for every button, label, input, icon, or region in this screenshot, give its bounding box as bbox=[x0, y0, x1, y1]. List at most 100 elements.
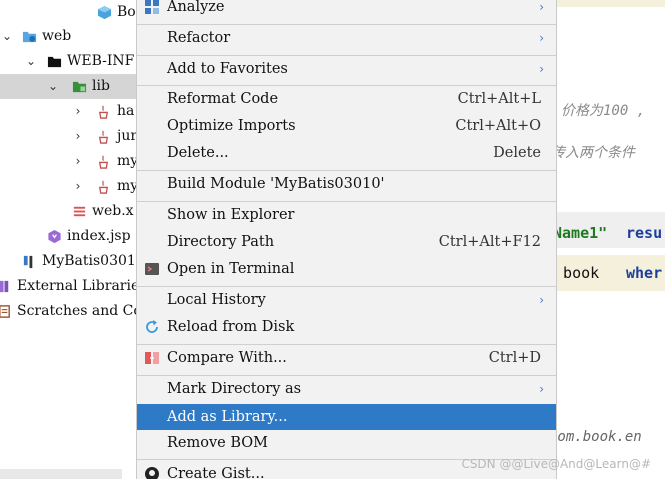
menu-item-label: Create Gist... bbox=[167, 466, 265, 479]
tree-item-bo[interactable]: Bo bbox=[0, 0, 137, 25]
menu-item-add-to-favorites[interactable]: Add to Favorites › bbox=[137, 56, 556, 82]
menu-item-label: Add to Favorites bbox=[167, 61, 288, 77]
menu-item-reload-from-disk[interactable]: Reload from Disk bbox=[137, 314, 556, 340]
chevron-down-icon[interactable]: ⌄ bbox=[24, 49, 38, 74]
tree-item-label: Scratches and Co bbox=[17, 303, 137, 319]
project-tree: Bo ⌄ web ⌄ WEB-INF ⌄ lib › ha › jur › my… bbox=[0, 0, 137, 479]
chevron-right-icon[interactable]: › bbox=[71, 174, 85, 199]
submenu-arrow-icon: › bbox=[539, 293, 544, 307]
iml-file-icon bbox=[23, 255, 33, 269]
reload-icon bbox=[146, 320, 158, 333]
menu-item-label: Optimize Imports bbox=[167, 118, 296, 134]
menu-item-label: Directory Path bbox=[167, 234, 275, 250]
tree-item-web[interactable]: ⌄ web bbox=[0, 24, 137, 49]
tree-item-jar[interactable]: › my bbox=[0, 174, 137, 199]
jar-icon bbox=[98, 180, 109, 194]
tree-item-label: jur bbox=[117, 128, 137, 144]
menu-item-shortcut: Ctrl+D bbox=[488, 350, 541, 366]
menu-item-local-history[interactable]: Local History › bbox=[137, 287, 556, 313]
watermark: CSDN @@Live@And@Learn@# bbox=[461, 457, 651, 471]
code-editor[interactable]: 价格为100 , 传入两个条件 Name1" resu m book wher … bbox=[555, 0, 665, 479]
tree-item-jar[interactable]: › jur bbox=[0, 124, 137, 149]
menu-item-show-in-explorer[interactable]: Show in Explorer bbox=[137, 202, 556, 228]
menu-item-compare-with[interactable]: Compare With... Ctrl+D bbox=[137, 345, 556, 371]
submenu-arrow-icon: › bbox=[539, 0, 544, 14]
chevron-right-icon[interactable]: › bbox=[71, 149, 85, 174]
folder-icon bbox=[47, 56, 62, 68]
menu-item-build-module[interactable]: Build Module 'MyBatis03010' bbox=[137, 171, 556, 197]
tree-item-lib[interactable]: ⌄ lib bbox=[0, 74, 137, 99]
tree-item-scratches[interactable]: Scratches and Co bbox=[0, 299, 137, 324]
chevron-down-icon[interactable]: ⌄ bbox=[46, 74, 60, 99]
chevron-right-icon[interactable]: › bbox=[71, 99, 85, 124]
tree-item-label: ha bbox=[117, 103, 135, 119]
tree-item-web-inf[interactable]: ⌄ WEB-INF bbox=[0, 49, 137, 74]
tree-item-label: Bo bbox=[117, 4, 136, 20]
tree-item-label: my bbox=[117, 153, 137, 169]
editor-highlight-band bbox=[555, 0, 665, 7]
editor-code-text: com.book.en bbox=[555, 429, 642, 445]
menu-item-shortcut: Ctrl+Alt+F12 bbox=[438, 234, 541, 250]
menu-item-label: Open in Terminal bbox=[167, 261, 295, 277]
chevron-down-icon[interactable]: ⌄ bbox=[0, 24, 14, 49]
tree-item-jar[interactable]: › ha bbox=[0, 99, 137, 124]
menu-item-label: Reformat Code bbox=[167, 91, 279, 107]
tree-item-label: my bbox=[117, 178, 137, 194]
menu-item-remove-bom[interactable]: Remove BOM bbox=[137, 430, 556, 456]
web-folder-icon bbox=[22, 31, 37, 43]
analyze-icon bbox=[145, 0, 159, 14]
menu-item-optimize-imports[interactable]: Optimize Imports Ctrl+Alt+O bbox=[137, 113, 556, 139]
menu-item-delete[interactable]: Delete... Delete bbox=[137, 140, 556, 166]
tree-item-index-jsp[interactable]: index.jsp bbox=[0, 224, 137, 249]
editor-code-keyword: wher bbox=[626, 264, 663, 282]
menu-item-reformat-code[interactable]: Reformat Code Ctrl+Alt+L bbox=[137, 86, 556, 112]
tree-item-jar[interactable]: › my bbox=[0, 149, 137, 174]
jar-icon bbox=[98, 130, 109, 144]
tree-item-label: MyBatis03010 bbox=[42, 253, 137, 269]
submenu-arrow-icon: › bbox=[539, 31, 544, 45]
submenu-arrow-icon: › bbox=[539, 62, 544, 76]
tree-item-web-xml[interactable]: web.x bbox=[0, 199, 137, 224]
terminal-icon bbox=[145, 263, 159, 275]
menu-item-shortcut: Ctrl+Alt+O bbox=[455, 118, 541, 134]
menu-item-label: Delete... bbox=[167, 145, 229, 161]
editor-code-keyword: resu bbox=[626, 224, 663, 242]
menu-item-add-as-library[interactable]: Add as Library... bbox=[137, 404, 556, 430]
tree-item-label: WEB-INF bbox=[67, 53, 135, 69]
module-cube-icon bbox=[97, 5, 112, 20]
menu-item-label: Reload from Disk bbox=[167, 319, 295, 335]
menu-item-label: Remove BOM bbox=[167, 435, 269, 451]
menu-item-directory-path[interactable]: Directory Path Ctrl+Alt+F12 bbox=[137, 229, 556, 255]
menu-item-mark-directory-as[interactable]: Mark Directory as › bbox=[137, 376, 556, 402]
menu-item-label: Compare With... bbox=[167, 350, 287, 366]
menu-item-label: Local History bbox=[167, 292, 266, 308]
xml-file-icon bbox=[73, 206, 86, 217]
menu-item-label: Analyze bbox=[167, 0, 225, 15]
context-menu: Analyze › Refactor › Add to Favorites › … bbox=[136, 0, 557, 479]
editor-code-string: Name1" bbox=[555, 224, 608, 242]
github-icon bbox=[145, 467, 159, 479]
tree-item-label: index.jsp bbox=[67, 228, 131, 244]
menu-item-label: Mark Directory as bbox=[167, 381, 302, 397]
tree-scrollbar[interactable] bbox=[0, 469, 122, 479]
editor-code-text: m book bbox=[555, 264, 600, 282]
jsp-file-icon bbox=[48, 229, 61, 244]
menu-item-refactor[interactable]: Refactor › bbox=[137, 25, 556, 51]
menu-item-label: Refactor bbox=[167, 30, 231, 46]
jar-icon bbox=[98, 155, 109, 169]
menu-item-open-in-terminal[interactable]: Open in Terminal bbox=[137, 256, 556, 282]
tree-item-label: web bbox=[42, 28, 72, 44]
tree-item-external-libraries[interactable]: External Libraries bbox=[0, 274, 137, 299]
tree-item-label: web.x bbox=[92, 203, 134, 219]
menu-item-shortcut: Delete bbox=[493, 145, 541, 161]
menu-item-analyze[interactable]: Analyze › bbox=[137, 0, 556, 20]
tree-item-label: External Libraries bbox=[17, 278, 137, 294]
editor-comment: 价格为100 , bbox=[561, 103, 646, 119]
scratches-icon bbox=[0, 305, 10, 318]
tree-item-iml[interactable]: MyBatis03010 bbox=[0, 249, 137, 274]
menu-item-label: Add as Library... bbox=[167, 409, 288, 425]
chevron-right-icon[interactable]: › bbox=[71, 124, 85, 149]
tree-item-label: lib bbox=[92, 78, 110, 94]
menu-item-shortcut: Ctrl+Alt+L bbox=[457, 91, 541, 107]
menu-item-label: Show in Explorer bbox=[167, 207, 295, 223]
